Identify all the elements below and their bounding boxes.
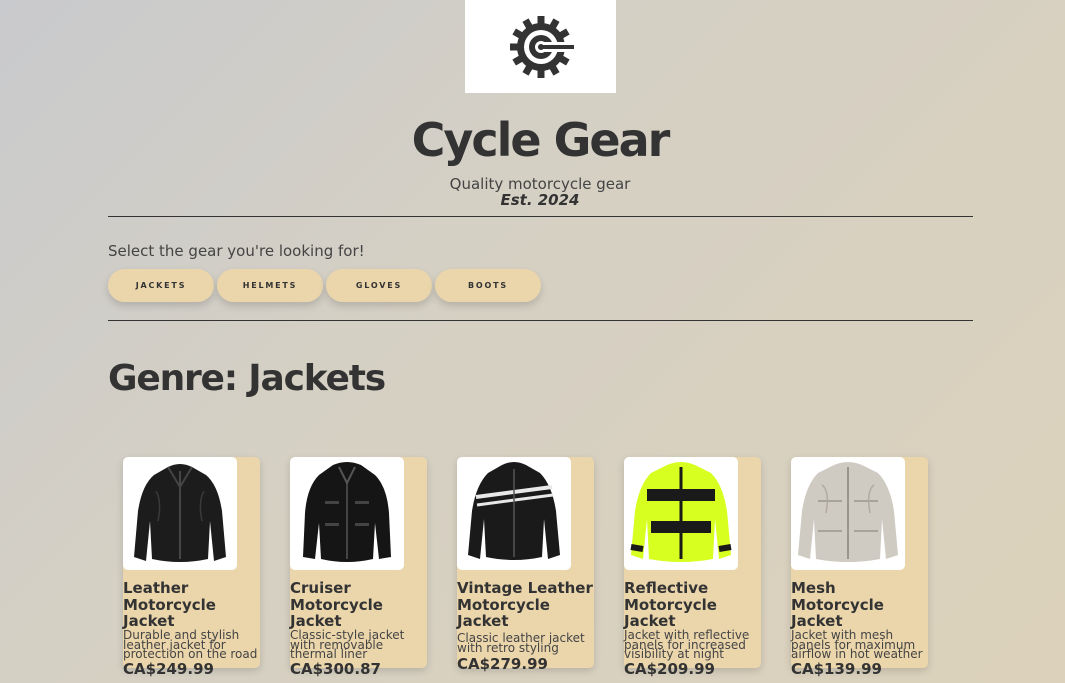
established-year: Est. 2024 — [500, 191, 580, 209]
product-name[interactable]: Reflective Motorcycle Jacket — [624, 580, 766, 630]
hi-vis-jacket-icon — [630, 462, 732, 562]
tab-helmets[interactable]: HELMETS — [217, 269, 323, 302]
genre-heading: Genre: Jackets — [108, 358, 386, 399]
black-leather-jacket-icon — [134, 464, 226, 562]
product-card[interactable]: Leather Motorcycle Jacket Durable and st… — [123, 457, 260, 678]
striped-vintage-jacket-icon — [468, 462, 560, 560]
product-name[interactable]: Mesh Motorcycle Jacket — [791, 580, 933, 630]
product-image[interactable] — [624, 457, 738, 570]
product-description: Jacket with reflective panels for increa… — [624, 628, 750, 661]
site-logo[interactable] — [465, 0, 616, 93]
gear-select-prompt: Select the gear you're looking for! — [108, 242, 365, 260]
product-image[interactable] — [457, 457, 571, 570]
product-description: Classic leather jacket with retro stylin… — [457, 631, 585, 655]
tab-jackets[interactable]: JACKETS — [108, 269, 214, 302]
product-price: CA$249.99 — [123, 660, 214, 678]
grey-mesh-jacket-icon — [798, 462, 898, 562]
product-price: CA$279.99 — [457, 655, 548, 673]
product-description: Durable and stylish leather jacket for p… — [123, 628, 258, 661]
product-card[interactable]: Reflective Motorcycle Jacket Jacket with… — [624, 457, 761, 678]
product-image[interactable] — [123, 457, 237, 570]
black-cruiser-jacket-icon — [303, 462, 391, 562]
product-name[interactable]: Leather Motorcycle Jacket — [123, 580, 265, 630]
product-price: CA$300.87 — [290, 660, 381, 678]
product-image[interactable] — [290, 457, 404, 570]
product-card[interactable]: Vintage Leather Motorcycle Jacket Classi… — [457, 457, 594, 673]
selector-divider — [108, 320, 973, 321]
product-description: Classic-style jacket with removable ther… — [290, 628, 405, 661]
tab-gloves[interactable]: GLOVES — [326, 269, 432, 302]
product-price: CA$139.99 — [791, 660, 882, 678]
gear-category-tabs: JACKETS HELMETS GLOVES BOOTS — [108, 269, 541, 302]
product-name[interactable]: Vintage Leather Motorcycle Jacket — [457, 580, 599, 630]
product-price: CA$209.99 — [624, 660, 715, 678]
tab-boots[interactable]: BOOTS — [435, 269, 541, 302]
product-name[interactable]: Cruiser Motorcycle Jacket — [290, 580, 432, 630]
gear-c-logo-icon — [509, 15, 574, 78]
product-image[interactable] — [791, 457, 905, 570]
site-title: Cycle Gear — [411, 113, 671, 167]
product-card[interactable]: Mesh Motorcycle Jacket Jacket with mesh … — [791, 457, 928, 678]
product-description: Jacket with mesh panels for maximum airf… — [791, 628, 923, 661]
product-card[interactable]: Cruiser Motorcycle Jacket Classic-style … — [290, 457, 427, 678]
header-divider — [108, 216, 973, 217]
